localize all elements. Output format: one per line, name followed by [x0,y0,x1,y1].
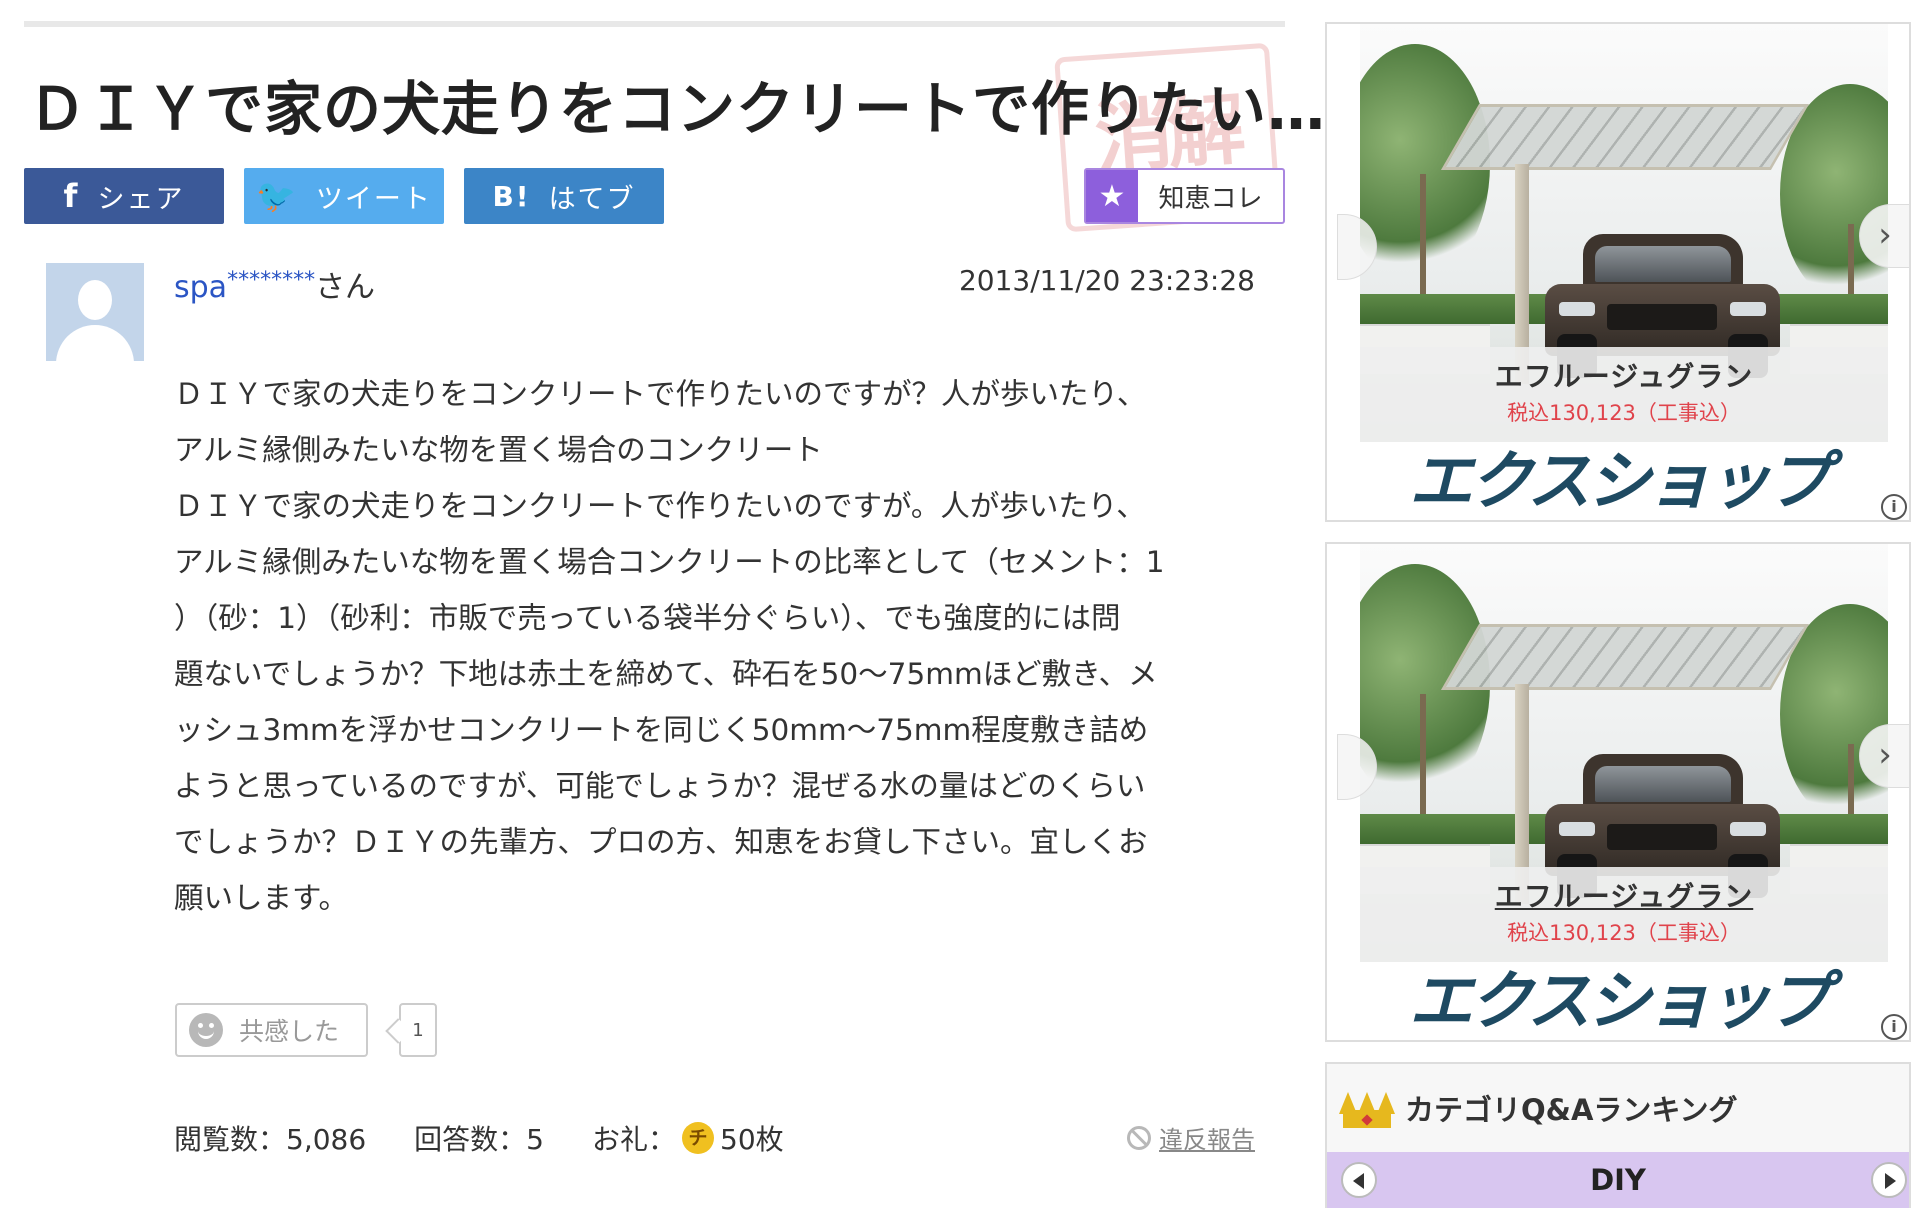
top-divider [24,21,1285,27]
question-body-line: アルミ縁側みたいな物を置く場合コンクリートの比率として（セメント：1 [174,545,1165,579]
ad-caption: エフルージュグラン 税込130,123（工事込） [1360,347,1888,442]
empathy-button[interactable]: 共感した [175,1003,368,1057]
question-body-line: ッシュ3mmを浮かせコンクリートを同じく50mm～75mm程度敷き詰め [174,713,1149,747]
answer-count: 回答数：5 [414,1123,544,1156]
ranking-header: カテゴリQ&Aランキング [1327,1064,1909,1152]
posted-datetime: 2013/11/20 23:23:28 [958,264,1255,297]
ranking-title: カテゴリQ&Aランキング [1405,1093,1738,1127]
chiekore-button[interactable]: ★ 知恵コレ [1084,168,1285,224]
asker-name: spa********さん [174,262,375,306]
avatar[interactable] [46,263,144,361]
next-category-button[interactable] [1871,1162,1907,1198]
category-ranking: カテゴリQ&Aランキング DIY [1325,1062,1911,1208]
empathy-count: 1 [399,1003,437,1057]
question-body-line: ようと思っているのですが、可能でしょうか？混ぜる水の量はどのくらい [174,769,1146,803]
reward-amount: 50枚 [720,1123,784,1156]
ad-price: 税込130,123（工事込） [1507,921,1741,945]
question-main: 消解 ＤＩＹで家の犬走りをコンクリートで作りたい… f シェア 🐦 ツイート B… [24,0,1325,1208]
asker-masked-id: ******** [227,268,316,293]
ad-info-icon[interactable]: i [1881,1014,1907,1040]
ad-brand-logo[interactable]: エクスショップ [1327,962,1909,1040]
empathy-label: 共感した [239,1017,340,1046]
question-body-line: ＤＩＹで家の犬走りをコンクリートで作りたいのですが。人が歩いたり、 [174,489,1146,523]
prev-category-button[interactable] [1341,1162,1377,1198]
twitter-tweet-button[interactable]: 🐦 ツイート [244,168,444,224]
reward-label: お礼： [592,1123,677,1156]
question-body-line: アルミ縁側みたいな物を置く場合のコンクリート [174,433,823,467]
ad-caption: エフルージュグラン 税込130,123（工事込） [1360,867,1888,962]
hatena-bookmark-label: はてブ [548,183,636,215]
question-body-line: 願いします。 [174,881,349,915]
facebook-icon: f [63,177,80,215]
ad-info-icon[interactable]: i [1881,494,1907,520]
crown-icon [1339,1088,1395,1128]
report-label: 違反報告 [1159,1126,1255,1154]
ad-product-name[interactable]: エフルージュグラン [1360,355,1888,395]
smiley-icon [189,1013,223,1047]
asker-name-link[interactable]: spa [174,270,227,305]
question-body-line: ）（砂：1）（砂利：市販で売っている袋半分ぐらい）、でも強度的には問 [174,601,1121,635]
ad-banner[interactable]: › エフルージュグラン 税込130,123（工事込） エクスショップ i [1325,22,1911,522]
report-link[interactable]: 違反報告 [1127,1120,1255,1155]
ad-banner[interactable]: › エフルージュグラン 税込130,123（工事込） エクスショップ i [1325,542,1911,1042]
view-count: 閲覧数：5,086 [174,1123,367,1156]
ranking-category-nav: DIY [1327,1152,1909,1208]
hatena-bookmark-button[interactable]: B! はてブ [464,168,664,224]
hatena-bookmark-icon: B! [492,179,531,213]
ranking-category: DIY [1590,1163,1646,1197]
facebook-share-label: シェア [97,183,185,215]
question-body-line: 題ないでしょうか？下地は赤土を締めて、砕石を50～75mmほど敷き、メ [174,657,1158,691]
question-body-line: でしょうか？ＤＩＹの先輩方、プロの方、知恵をお貸し下さい。宜しくお [174,825,1148,859]
twitter-tweet-label: ツイート [315,183,432,215]
ad-price: 税込130,123（工事込） [1507,401,1741,425]
ad-brand-logo[interactable]: エクスショップ [1327,442,1909,520]
asker-honorific: さん [315,270,376,305]
chiekore-label: 知恵コレ [1158,183,1263,214]
question-body-line: ＤＩＹで家の犬走りをコンクリートで作りたいのですが？人が歩いたり、 [174,377,1147,411]
ad-product-name[interactable]: エフルージュグラン [1360,875,1888,915]
star-icon: ★ [1086,170,1138,222]
page-title: ＤＩＹで家の犬走りをコンクリートで作りたい… [28,75,1327,143]
twitter-bird-icon: 🐦 [256,177,298,215]
facebook-share-button[interactable]: f シェア [24,168,224,224]
question-stats: 閲覧数：5,086 回答数：5 お礼： チ 50枚 [174,1118,784,1158]
chie-coin-icon: チ [682,1122,715,1154]
question-body: ＤＩＹで家の犬走りをコンクリートで作りたいのですが？人が歩いたり、 アルミ縁側み… [174,366,1264,926]
prohibited-icon [1127,1125,1151,1150]
